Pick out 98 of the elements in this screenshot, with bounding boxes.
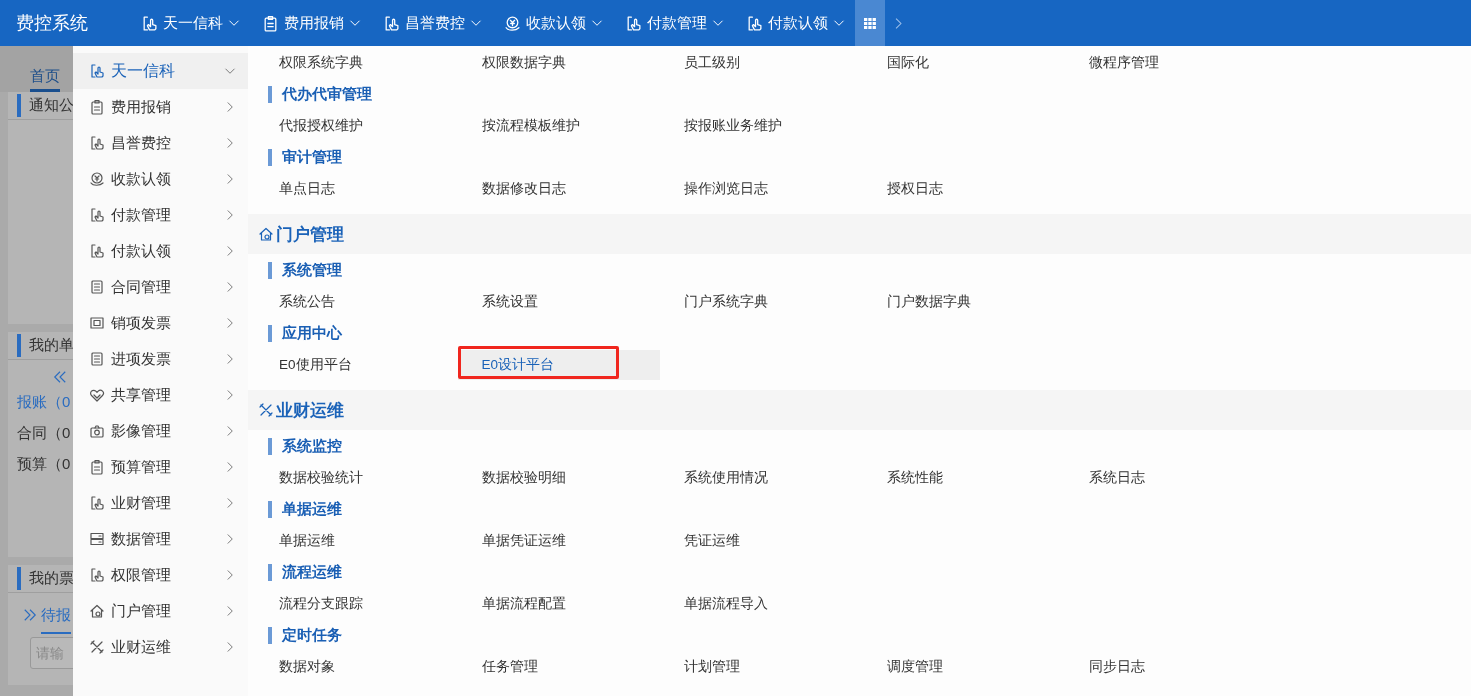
menu-link[interactable]: 数据对象 — [255, 652, 458, 682]
nav-menu[interactable]: 付款管理 — [613, 0, 734, 46]
menu-item[interactable]: 共享管理 — [73, 377, 248, 413]
menu-item[interactable]: 销项发票 — [73, 305, 248, 341]
nav-menu[interactable]: 收款认领 — [492, 0, 613, 46]
camera-icon — [89, 423, 105, 439]
nav-menu[interactable]: 昌誉费控 — [371, 0, 492, 46]
menu-link[interactable]: 按流程模板维护 — [457, 111, 660, 141]
menu-link[interactable]: 数据校验明细 — [457, 463, 660, 493]
menu-link[interactable]: 计划管理 — [660, 652, 863, 682]
document-icon — [89, 279, 105, 295]
menu-item[interactable]: 费用报销 — [73, 89, 248, 125]
grid-icon — [864, 18, 876, 30]
nav-menu[interactable]: 付款认领 — [734, 0, 855, 46]
pointer-hand-icon — [89, 207, 105, 223]
group-title: 单据运维 — [268, 501, 342, 518]
menu-item[interactable]: 付款管理 — [73, 197, 248, 233]
document-icon — [89, 351, 105, 367]
menu-link[interactable]: 单据流程导入 — [660, 589, 863, 619]
menu-link[interactable]: E0使用平台 — [255, 350, 458, 380]
menu-link[interactable]: 权限系统字典 — [255, 48, 458, 78]
pointer-hand-icon — [89, 567, 105, 583]
pointer-hand-icon — [141, 14, 158, 32]
collapse-icon — [53, 370, 67, 384]
pointer-hand-icon — [89, 135, 105, 151]
menu-link[interactable]: 系统日志 — [1065, 463, 1268, 493]
menu-item[interactable]: 合同管理 — [73, 269, 248, 305]
menu-item[interactable]: 收款认领 — [73, 161, 248, 197]
coin-icon — [504, 14, 521, 32]
menu-link[interactable]: 系统使用情况 — [660, 463, 863, 493]
menu-link[interactable]: 代报授权维护 — [255, 111, 458, 141]
section-title: 门户管理 — [276, 223, 344, 245]
menu-link[interactable]: 国际化 — [862, 48, 1065, 78]
menu-link[interactable]: 数据校验统计 — [255, 463, 458, 493]
menu-link[interactable]: 单据凭证运维 — [457, 526, 660, 556]
menu-link[interactable]: 系统性能 — [862, 463, 1065, 493]
menu-link[interactable]: 门户数据字典 — [862, 287, 1065, 317]
menu-link[interactable]: 按报账业务维护 — [660, 111, 863, 141]
clipboard-icon — [89, 99, 105, 115]
menu-item[interactable]: 业财运维 — [73, 629, 248, 665]
menu-link[interactable]: 系统公告 — [255, 287, 458, 317]
menu-link[interactable]: 授权日志 — [862, 174, 1065, 204]
pointer-hand-icon — [746, 14, 763, 32]
menu-link[interactable]: 权限数据字典 — [457, 48, 660, 78]
pointer-hand-icon — [625, 14, 642, 32]
group-title: 应用中心 — [268, 325, 342, 342]
section-title: 业财运维 — [276, 399, 344, 421]
ticket-icon — [89, 315, 105, 331]
menu-link[interactable]: 任务管理 — [457, 652, 660, 682]
handshake-icon — [89, 387, 105, 403]
menu-link[interactable]: 员工级别 — [660, 48, 863, 78]
apps-button[interactable] — [855, 0, 885, 46]
group-title: 审计管理 — [268, 149, 342, 166]
pointer-hand-icon — [383, 14, 400, 32]
menu-item[interactable]: 影像管理 — [73, 413, 248, 449]
menu-link[interactable]: 数据修改日志 — [457, 174, 660, 204]
menu-link[interactable]: 微程序管理 — [1065, 48, 1268, 78]
menu-item[interactable]: 进项发票 — [73, 341, 248, 377]
nav-menu[interactable]: 天一信科 — [129, 0, 250, 46]
document-category[interactable]: 预算（0 — [17, 448, 73, 479]
group-title: 系统管理 — [268, 262, 342, 279]
document-category[interactable]: 合同（0 — [17, 417, 73, 448]
menu-item[interactable]: 业财管理 — [73, 485, 248, 521]
coin-icon — [89, 171, 105, 187]
group-title: 代办代审管理 — [268, 86, 372, 103]
clipboard-icon — [262, 14, 279, 32]
menu-link[interactable]: 单据运维 — [255, 526, 458, 556]
menu-link[interactable]: 单点日志 — [255, 174, 458, 204]
menu-item[interactable]: 数据管理 — [73, 521, 248, 557]
menu-item[interactable]: 天一信科 — [73, 53, 248, 89]
menu-item[interactable]: 预算管理 — [73, 449, 248, 485]
server-icon — [89, 531, 105, 547]
menu-item[interactable]: 权限管理 — [73, 557, 248, 593]
pointer-hand-icon — [89, 63, 105, 79]
menu-link[interactable]: 凭证运维 — [660, 526, 863, 556]
group-title: 系统监控 — [268, 438, 342, 455]
pointer-hand-icon — [89, 495, 105, 511]
menu-link[interactable]: 调度管理 — [862, 652, 1065, 682]
menu-item[interactable]: 门户管理 — [73, 593, 248, 629]
menu-link[interactable]: 操作浏览日志 — [660, 174, 863, 204]
expand-icon — [23, 608, 37, 622]
menu-item[interactable]: 昌誉费控 — [73, 125, 248, 161]
house-icon — [89, 603, 105, 619]
menu-link[interactable]: 单据流程配置 — [457, 589, 660, 619]
group-title: 流程运维 — [268, 564, 342, 581]
group-title: 定时任务 — [268, 627, 342, 644]
menu-link[interactable]: 系统设置 — [457, 287, 660, 317]
house-icon — [258, 226, 274, 242]
menu-link[interactable]: 流程分支跟踪 — [255, 589, 458, 619]
menu-link[interactable]: 同步日志 — [1065, 652, 1268, 682]
tools-icon — [89, 639, 105, 655]
menu-item[interactable]: 付款认领 — [73, 233, 248, 269]
pointer-hand-icon — [89, 243, 105, 259]
clipboard-icon — [89, 459, 105, 475]
app-title: 费控系统 — [15, 11, 89, 35]
nav-menu[interactable]: 费用报销 — [250, 0, 371, 46]
menu-link[interactable]: 门户系统字典 — [660, 287, 863, 317]
tools-icon — [258, 402, 274, 418]
